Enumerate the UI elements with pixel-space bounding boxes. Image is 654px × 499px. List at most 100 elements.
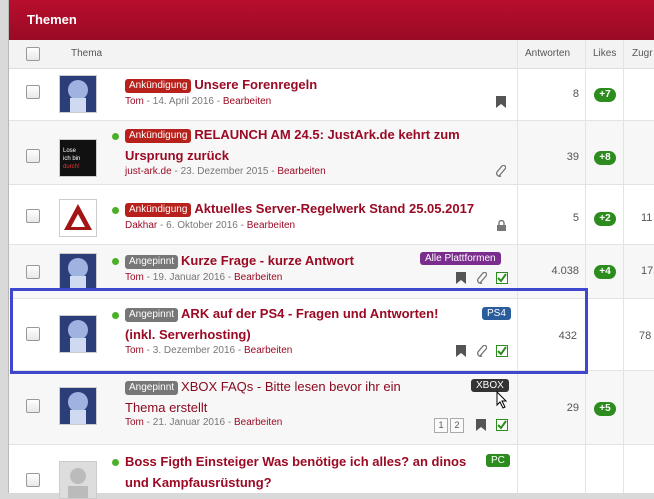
view-count: 11 (641, 212, 653, 224)
row-checkbox[interactable] (26, 473, 40, 487)
svg-text:durch!: durch! (63, 164, 80, 170)
thread-link[interactable]: XBOX FAQs - Bitte lesen bevor ihr ein (181, 379, 401, 394)
bookmark-icon[interactable] (496, 96, 506, 108)
svg-text:Lose: Lose (63, 148, 77, 154)
row-checkbox[interactable] (26, 149, 40, 163)
edit-link[interactable]: Bearbeiten (244, 345, 292, 356)
table-row[interactable]: Lose ich bin durch! Ankündigung RELAUNCH AM… (9, 121, 654, 185)
online-indicator (112, 207, 119, 214)
thread-link[interactable]: Kurze Frage - kurze Antwort (181, 253, 354, 268)
thread-date: 14. April 2016 (152, 96, 214, 107)
prefix-badge[interactable]: Angepinnt (125, 381, 179, 395)
like-badge: +8 (594, 151, 616, 165)
thread-link[interactable]: ARK auf der PS4 - Fragen und Antworten! (181, 306, 438, 321)
view-count: 78 (639, 330, 652, 342)
author-link[interactable]: Dakhar (125, 220, 157, 231)
reply-count: 39 (566, 151, 579, 163)
author-link[interactable]: Tom (125, 96, 144, 107)
thread-link[interactable]: Aktuelles Server-Regelwerk Stand 25.05.2… (194, 201, 474, 216)
table-row[interactable]: Angepinnt XBOX FAQs - Bitte lesen bevor i… (9, 371, 654, 445)
select-all-checkbox[interactable] (26, 47, 40, 61)
bookmark-icon[interactable] (456, 272, 466, 284)
column-divider (585, 40, 586, 493)
table-row[interactable]: Angepinnt ARK auf der PS4 - Fragen und An… (9, 299, 654, 371)
thread-date: 6. Oktober 2016 (166, 220, 238, 231)
reply-count: 29 (566, 402, 579, 414)
column-antworten[interactable]: Antworten (525, 48, 570, 59)
avatar[interactable] (59, 315, 97, 353)
prefix-badge[interactable]: Ankündigung (125, 129, 192, 143)
thread-title: Ankündigung Aktuelles Server-Regelwerk St… (125, 199, 505, 220)
column-zugriffe[interactable]: Zugr (632, 48, 653, 59)
bookmark-icon[interactable] (476, 419, 486, 431)
thread-meta: just-ark.de - 23. Dezember 2015 - Bearbe… (125, 166, 326, 177)
online-indicator (112, 312, 119, 319)
prefix-badge[interactable]: Ankündigung (125, 79, 192, 93)
bookmark-icon[interactable] (456, 345, 466, 357)
thread-meta: Tom - 14. April 2016 - Bearbeiten (125, 96, 272, 107)
thread-date: 3. Dezember 2016 (152, 345, 236, 356)
check-icon (496, 419, 508, 431)
thread-link-cont[interactable]: (inkl. Serverhosting) (125, 327, 251, 342)
column-likes[interactable]: Likes (593, 48, 616, 59)
thread-link-cont[interactable]: und Kampfausrüstung? (125, 475, 272, 490)
thread-title: Angepinnt XBOX FAQs - Bitte lesen bevor i… (125, 377, 505, 419)
row-checkbox[interactable] (26, 399, 40, 413)
row-checkbox[interactable] (26, 327, 40, 341)
thread-date: 23. Dezember 2015 (180, 166, 269, 177)
thread-date: 19. Januar 2016 (152, 272, 226, 283)
column-thema[interactable]: Thema (71, 48, 102, 59)
table-row[interactable]: Ankündigung Unsere Forenregeln Tom - 14. … (9, 69, 654, 121)
thread-link-cont[interactable]: Ursprung zurück (125, 148, 229, 163)
thread-link[interactable]: RELAUNCH AM 24.5: JustArk.de kehrt zum (194, 127, 459, 142)
row-checkbox[interactable] (26, 85, 40, 99)
thread-title: Ankündigung RELAUNCH AM 24.5: JustArk.de … (125, 125, 505, 167)
author-link[interactable]: Tom (125, 417, 144, 428)
avatar[interactable]: Lose ich bin durch! (59, 139, 97, 177)
online-indicator (112, 133, 119, 140)
row-checkbox[interactable] (26, 265, 40, 279)
page-link-1[interactable]: 1 (434, 418, 448, 433)
attachment-icon (496, 165, 506, 177)
table-row[interactable]: Boss Figth Einsteiger Was benötige ich a… (9, 445, 654, 499)
avatar[interactable] (59, 461, 97, 499)
thread-meta: Tom - 3. Dezember 2016 - Bearbeiten (125, 345, 293, 356)
prefix-badge[interactable]: Angepinnt (125, 308, 179, 322)
like-badge: +4 (594, 265, 616, 279)
row-checkbox[interactable] (26, 209, 40, 223)
thread-link-cont[interactable]: Thema erstellt (125, 400, 207, 415)
author-link[interactable]: Tom (125, 345, 144, 356)
like-badge: +7 (594, 88, 616, 102)
column-header: Thema Antworten Likes Zugr (9, 40, 654, 69)
table-row[interactable]: Angepinnt Kurze Frage - kurze Antwort All… (9, 245, 654, 299)
author-link[interactable]: Tom (125, 272, 144, 283)
edit-link[interactable]: Bearbeiten (234, 272, 282, 283)
platform-tag[interactable]: PS4 (482, 307, 511, 320)
column-divider (623, 40, 624, 493)
thread-date: 21. Januar 2016 (152, 417, 226, 428)
topic-list: Themen Thema Antworten Likes Zugr Ankünd… (8, 0, 654, 499)
edit-link[interactable]: Bearbeiten (223, 96, 271, 107)
avatar[interactable] (59, 253, 97, 291)
avatar[interactable] (59, 75, 97, 113)
thread-link[interactable]: Boss Figth Einsteiger Was benötige ich a… (125, 454, 466, 469)
attachment-icon (477, 272, 487, 284)
prefix-badge[interactable]: Angepinnt (125, 255, 179, 269)
thread-link[interactable]: Unsere Forenregeln (194, 77, 317, 92)
platform-tag[interactable]: PC (486, 454, 510, 467)
page-link-2[interactable]: 2 (450, 418, 464, 433)
prefix-badge[interactable]: Ankündigung (125, 203, 192, 217)
avatar[interactable] (59, 387, 97, 425)
view-count: 175 (641, 265, 654, 277)
svg-text:ich bin: ich bin (63, 156, 80, 162)
edit-link[interactable]: Bearbeiten (234, 417, 282, 428)
avatar[interactable] (59, 199, 97, 237)
online-indicator (112, 258, 119, 265)
section-title: Themen (27, 12, 77, 27)
platform-tag[interactable]: Alle Plattformen (420, 252, 501, 265)
author-link[interactable]: just-ark.de (125, 166, 172, 177)
edit-link[interactable]: Bearbeiten (277, 166, 325, 177)
table-row[interactable]: Ankündigung Aktuelles Server-Regelwerk St… (9, 185, 654, 245)
edit-link[interactable]: Bearbeiten (247, 220, 295, 231)
attachment-icon (477, 345, 487, 357)
